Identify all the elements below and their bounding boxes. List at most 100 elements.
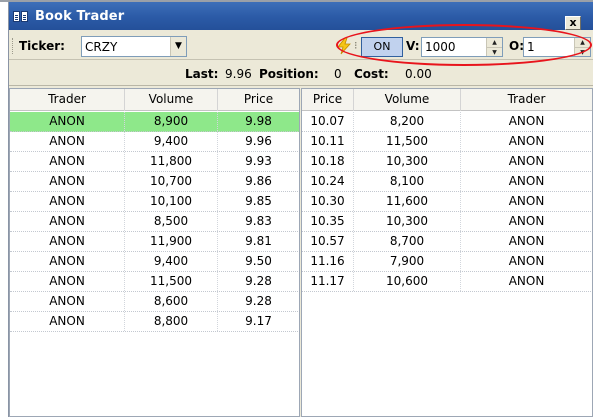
table-row[interactable]: ANON 11,900 9.81 bbox=[10, 232, 299, 252]
volume-spin-buttons[interactable]: ▲ ▼ bbox=[486, 38, 502, 56]
table-cell[interactable]: 10.24 bbox=[302, 172, 354, 191]
table-cell[interactable]: 10,300 bbox=[354, 212, 461, 231]
table-cell[interactable]: ANON bbox=[10, 252, 125, 271]
table-cell[interactable]: 9.96 bbox=[218, 132, 299, 151]
bid-header-price[interactable]: Price bbox=[218, 89, 299, 111]
table-cell[interactable]: 9.98 bbox=[218, 112, 299, 131]
chevron-down-icon[interactable]: ▼ bbox=[170, 37, 186, 56]
table-row[interactable]: ANON 9,400 9.50 bbox=[10, 252, 299, 272]
table-cell[interactable]: 11,800 bbox=[125, 152, 218, 171]
ask-header-volume[interactable]: Volume bbox=[354, 89, 461, 111]
table-cell[interactable]: ANON bbox=[461, 272, 592, 291]
table-cell[interactable]: ANON bbox=[10, 132, 125, 151]
table-row[interactable]: 11.16 7,900 ANON bbox=[302, 252, 592, 272]
ask-header-price[interactable]: Price bbox=[302, 89, 354, 111]
order-stepper[interactable]: 1 ▲ ▼ bbox=[523, 37, 591, 57]
table-cell[interactable]: 9.81 bbox=[218, 232, 299, 251]
toolbar-grip[interactable] bbox=[12, 38, 14, 54]
table-cell[interactable]: 10.30 bbox=[302, 192, 354, 211]
spin-down-icon[interactable]: ▼ bbox=[575, 47, 590, 56]
bid-header-trader[interactable]: Trader bbox=[10, 89, 125, 111]
table-cell[interactable]: 10,300 bbox=[354, 152, 461, 171]
table-row[interactable]: ANON 11,500 9.28 bbox=[10, 272, 299, 292]
table-cell[interactable]: ANON bbox=[10, 272, 125, 291]
table-cell[interactable]: ANON bbox=[10, 172, 125, 191]
bid-header-volume[interactable]: Volume bbox=[125, 89, 218, 111]
table-cell[interactable]: 11.17 bbox=[302, 272, 354, 291]
table-cell[interactable]: 9.17 bbox=[218, 312, 299, 331]
table-cell[interactable]: 10.07 bbox=[302, 112, 354, 131]
table-cell[interactable]: ANON bbox=[10, 312, 125, 331]
table-cell[interactable]: 8,100 bbox=[354, 172, 461, 191]
table-cell[interactable]: 10.11 bbox=[302, 132, 354, 151]
table-cell[interactable]: 10.35 bbox=[302, 212, 354, 231]
table-cell[interactable]: 9.85 bbox=[218, 192, 299, 211]
table-cell[interactable]: ANON bbox=[10, 292, 125, 311]
table-cell[interactable]: ANON bbox=[461, 132, 592, 151]
table-cell[interactable]: 8,700 bbox=[354, 232, 461, 251]
table-cell[interactable]: 11,600 bbox=[354, 192, 461, 211]
table-cell[interactable]: ANON bbox=[10, 112, 125, 131]
table-cell[interactable]: ANON bbox=[461, 192, 592, 211]
table-cell[interactable]: ANON bbox=[10, 192, 125, 211]
table-cell[interactable]: 11,500 bbox=[125, 272, 218, 291]
ticker-select[interactable]: CRZY ▼ bbox=[81, 36, 187, 57]
spin-up-icon[interactable]: ▲ bbox=[575, 38, 590, 47]
table-cell[interactable]: 7,900 bbox=[354, 252, 461, 271]
on-toggle-button[interactable]: ON bbox=[361, 37, 403, 57]
table-cell[interactable]: ANON bbox=[461, 172, 592, 191]
table-cell[interactable]: 10,700 bbox=[125, 172, 218, 191]
table-cell[interactable]: 8,900 bbox=[125, 112, 218, 131]
table-cell[interactable]: 9.83 bbox=[218, 212, 299, 231]
table-cell[interactable]: 11.16 bbox=[302, 252, 354, 271]
table-row[interactable]: 10.57 8,700 ANON bbox=[302, 232, 592, 252]
table-cell[interactable]: 11,900 bbox=[125, 232, 218, 251]
table-cell[interactable]: ANON bbox=[10, 212, 125, 231]
table-cell[interactable]: 9,400 bbox=[125, 252, 218, 271]
spin-down-icon[interactable]: ▼ bbox=[487, 47, 502, 56]
close-button[interactable]: x bbox=[565, 16, 581, 30]
table-cell[interactable]: 9.93 bbox=[218, 152, 299, 171]
table-cell[interactable]: 9.86 bbox=[218, 172, 299, 191]
table-cell[interactable]: 9.28 bbox=[218, 292, 299, 311]
table-row[interactable]: ANON 9,400 9.96 bbox=[10, 132, 299, 152]
table-row[interactable]: 10.11 11,500 ANON bbox=[302, 132, 592, 152]
table-row[interactable]: 10.35 10,300 ANON bbox=[302, 212, 592, 232]
table-row[interactable]: ANON 10,100 9.85 bbox=[10, 192, 299, 212]
table-cell[interactable]: 11,500 bbox=[354, 132, 461, 151]
table-row[interactable]: 11.17 10,600 ANON bbox=[302, 272, 592, 292]
ask-header-trader[interactable]: Trader bbox=[461, 89, 592, 111]
table-row[interactable]: 10.18 10,300 ANON bbox=[302, 152, 592, 172]
table-cell[interactable]: 10,100 bbox=[125, 192, 218, 211]
volume-stepper[interactable]: 1000 ▲ ▼ bbox=[421, 37, 503, 57]
table-cell[interactable]: 10.18 bbox=[302, 152, 354, 171]
table-row[interactable]: ANON 8,800 9.17 bbox=[10, 312, 299, 332]
table-cell[interactable]: 9.28 bbox=[218, 272, 299, 291]
table-cell[interactable]: ANON bbox=[10, 232, 125, 251]
table-cell[interactable]: 9,400 bbox=[125, 132, 218, 151]
table-row[interactable]: ANON 8,900 9.98 bbox=[10, 112, 299, 132]
lightning-icon[interactable] bbox=[335, 37, 353, 55]
spin-up-icon[interactable]: ▲ bbox=[487, 38, 502, 47]
table-cell[interactable]: 9.50 bbox=[218, 252, 299, 271]
table-row[interactable]: 10.30 11,600 ANON bbox=[302, 192, 592, 212]
table-row[interactable]: 10.24 8,100 ANON bbox=[302, 172, 592, 192]
table-cell[interactable]: 10.57 bbox=[302, 232, 354, 251]
table-cell[interactable]: ANON bbox=[461, 152, 592, 171]
table-row[interactable]: ANON 8,500 9.83 bbox=[10, 212, 299, 232]
order-value[interactable]: 1 bbox=[527, 40, 535, 54]
table-cell[interactable]: 8,600 bbox=[125, 292, 218, 311]
table-cell[interactable]: ANON bbox=[461, 212, 592, 231]
table-cell[interactable]: 8,800 bbox=[125, 312, 218, 331]
order-spin-buttons[interactable]: ▲ ▼ bbox=[574, 38, 590, 56]
table-cell[interactable]: 8,200 bbox=[354, 112, 461, 131]
table-cell[interactable]: ANON bbox=[10, 152, 125, 171]
table-cell[interactable]: ANON bbox=[461, 112, 592, 131]
table-cell[interactable]: 10,600 bbox=[354, 272, 461, 291]
table-row[interactable]: ANON 10,700 9.86 bbox=[10, 172, 299, 192]
table-cell[interactable]: 8,500 bbox=[125, 212, 218, 231]
table-row[interactable]: ANON 11,800 9.93 bbox=[10, 152, 299, 172]
volume-value[interactable]: 1000 bbox=[425, 40, 456, 54]
table-cell[interactable]: ANON bbox=[461, 252, 592, 271]
table-row[interactable]: 10.07 8,200 ANON bbox=[302, 112, 592, 132]
